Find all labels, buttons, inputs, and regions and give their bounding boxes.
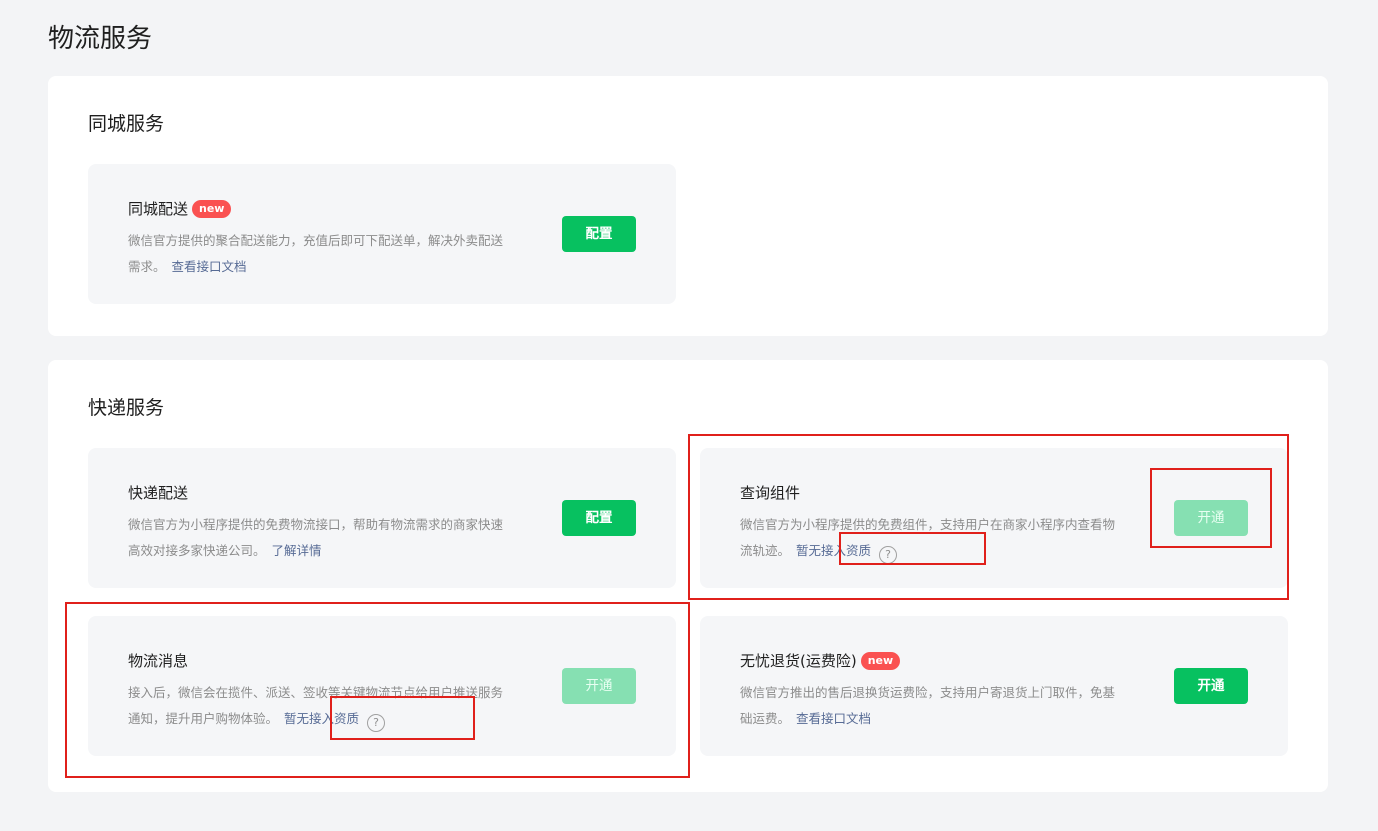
- activate-button[interactable]: 开通: [562, 668, 636, 704]
- card-title: 同城配送 new: [128, 198, 232, 220]
- card-title: 查询组件: [740, 482, 800, 504]
- no-qualification-link[interactable]: 暂无接入资质: [796, 543, 871, 558]
- configure-button[interactable]: 配置: [562, 216, 636, 252]
- same-city-section-title: 同城服务: [88, 113, 165, 135]
- card-description: 微信官方提供的聚合配送能力，充值后即可下配送单，解决外卖配送需求。 查看接口文档: [128, 228, 508, 280]
- card-description: 微信官方为小程序提供的免费组件，支持用户在商家小程序内查看物流轨迹。 暂无接入资质…: [740, 512, 1120, 564]
- page-title: 物流服务: [48, 24, 153, 54]
- question-mark-icon[interactable]: ?: [879, 546, 898, 564]
- new-badge: new: [860, 652, 901, 670]
- card-title-text: 查询组件: [740, 484, 801, 502]
- same-city-delivery-card: 同城配送 new 微信官方提供的聚合配送能力，充值后即可下配送单，解决外卖配送需…: [88, 164, 676, 304]
- card-title: 无忧退货(运费险) new: [740, 650, 901, 672]
- return-insurance-card: 无忧退货(运费险) new 微信官方推出的售后退换货运费险，支持用户寄退货上门取…: [700, 616, 1288, 756]
- card-description: 接入后，微信会在揽件、派送、签收等关键物流节点给用户推送服务通知，提升用户购物体…: [128, 680, 508, 732]
- express-section-title: 快递服务: [88, 397, 165, 419]
- view-api-docs-link[interactable]: 查看接口文档: [796, 711, 871, 726]
- view-api-docs-link[interactable]: 查看接口文档: [172, 259, 247, 274]
- same-city-section: 同城服务 同城配送 new 微信官方提供的聚合配送能力，充值后即可下配送单，解决…: [48, 76, 1328, 336]
- new-badge: new: [192, 200, 232, 218]
- card-title: 快递配送: [128, 482, 188, 504]
- card-description: 微信官方推出的售后退换货运费险，支持用户寄退货上门取件，免基础运费。 查看接口文档: [740, 680, 1120, 732]
- no-qualification-link[interactable]: 暂无接入资质: [284, 711, 359, 726]
- card-title-text: 同城配送: [128, 200, 189, 218]
- card-title-text: 快递配送: [128, 484, 189, 502]
- express-section: 快递服务 快递配送 微信官方为小程序提供的免费物流接口，帮助有物流需求的商家快速…: [48, 360, 1328, 792]
- card-title-text: 无忧退货(运费险): [740, 652, 857, 670]
- card-description: 微信官方为小程序提供的免费物流接口，帮助有物流需求的商家快速高效对接多家快递公司…: [128, 512, 508, 564]
- card-title: 物流消息: [128, 650, 188, 672]
- activate-button[interactable]: 开通: [1174, 668, 1248, 704]
- logistics-message-card: 物流消息 接入后，微信会在揽件、派送、签收等关键物流节点给用户推送服务通知，提升…: [88, 616, 676, 756]
- card-title-text: 物流消息: [128, 652, 189, 670]
- express-delivery-card: 快递配送 微信官方为小程序提供的免费物流接口，帮助有物流需求的商家快速高效对接多…: [88, 448, 676, 588]
- configure-button[interactable]: 配置: [562, 500, 636, 536]
- question-mark-icon[interactable]: ?: [367, 714, 386, 732]
- activate-button[interactable]: 开通: [1174, 500, 1248, 536]
- learn-more-link[interactable]: 了解详情: [272, 543, 322, 558]
- query-component-card: 查询组件 微信官方为小程序提供的免费组件，支持用户在商家小程序内查看物流轨迹。暂…: [700, 448, 1288, 588]
